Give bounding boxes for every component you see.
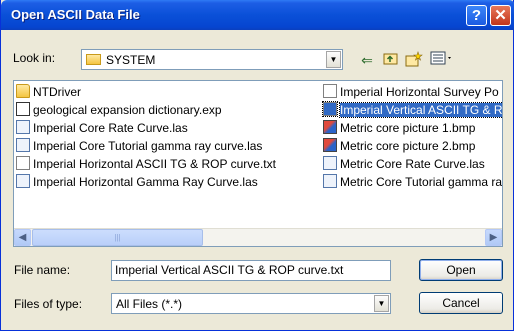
file-list-item[interactable]: Metric core picture 1.bmp (323, 119, 502, 137)
file-name-text: Imperial Horizontal Gamma Ray Curve.las (33, 175, 258, 189)
dialog-title: Open ASCII Data File (11, 7, 140, 22)
file-list-item[interactable]: Imperial Horizontal ASCII TG & ROP curve… (16, 155, 316, 173)
file-list-item[interactable]: NTDriver (16, 83, 316, 101)
look-in-dropdown[interactable]: SYSTEM ▼ (81, 49, 343, 70)
las-file-icon (323, 156, 337, 170)
file-name-text: Imperial Vertical ASCII TG & R (339, 102, 503, 118)
title-bar[interactable]: Open ASCII Data File ? ✕ (1, 0, 514, 30)
file-list-item[interactable]: Imperial Horizontal Survey Po (323, 83, 502, 101)
files-of-type-value: All Files (*.*) (116, 297, 183, 311)
file-list-item[interactable]: Metric Core Rate Curve.las (323, 155, 502, 173)
text-file-icon (322, 101, 338, 117)
close-button[interactable]: ✕ (490, 5, 511, 26)
las-file-icon (323, 174, 337, 188)
bitmap-file-icon (323, 138, 337, 152)
chevron-down-icon[interactable]: ▼ (326, 51, 341, 68)
file-list-item[interactable]: Imperial Core Tutorial gamma ray curve.l… (16, 137, 316, 155)
horizontal-scrollbar[interactable]: ◀ ||| ▶ (14, 228, 502, 246)
file-name-text: Imperial Core Tutorial gamma ray curve.l… (33, 139, 263, 153)
file-list-item[interactable]: Imperial Core Rate Curve.las (16, 119, 316, 137)
up-one-level-icon[interactable] (382, 51, 400, 69)
folder-icon (86, 54, 101, 65)
file-name-text: Metric core picture 2.bmp (340, 139, 476, 153)
help-button[interactable]: ? (466, 5, 487, 26)
file-list-column-2: Imperial Horizontal Survey Po Imperial Ve… (322, 83, 503, 191)
back-arrow-icon[interactable]: ⇐ (358, 51, 376, 69)
file-list-item[interactable]: Metric core picture 2.bmp (323, 137, 502, 155)
file-name-text: Imperial Horizontal ASCII TG & ROP curve… (33, 157, 276, 171)
file-list-column-1: NTDriver geological expansion dictionary.… (16, 83, 316, 191)
look-in-value: SYSTEM (106, 53, 156, 67)
las-file-icon (16, 174, 30, 188)
text-file-icon (323, 84, 337, 98)
files-of-type-dropdown[interactable]: All Files (*.*) ▼ (111, 293, 391, 314)
new-folder-icon[interactable] (405, 51, 423, 69)
open-file-dialog: Open ASCII Data File ? ✕ Look in: SYSTEM… (0, 0, 514, 331)
file-name-text: NTDriver (33, 85, 81, 99)
file-name-text: Metric core picture 1.bmp (340, 121, 476, 135)
file-list-item[interactable]: Imperial Horizontal Gamma Ray Curve.las (16, 173, 316, 191)
file-name-text: Metric Core Tutorial gamma ra (340, 175, 503, 189)
file-name-text: Metric Core Rate Curve.las (340, 157, 485, 171)
bitmap-file-icon (323, 120, 337, 134)
file-list-item[interactable]: Metric Core Tutorial gamma ra (323, 173, 503, 191)
scroll-thumb[interactable]: ||| (32, 229, 203, 246)
dictionary-file-icon (16, 102, 30, 116)
las-file-icon (16, 138, 30, 152)
file-name-input[interactable]: Imperial Vertical ASCII TG & ROP curve.t… (111, 260, 391, 281)
cancel-button[interactable]: Cancel (419, 292, 503, 314)
las-file-icon (16, 120, 30, 134)
view-menu-icon[interactable] (429, 51, 455, 69)
open-button[interactable]: Open (419, 259, 503, 281)
scroll-right-icon[interactable]: ▶ (485, 229, 502, 246)
folder-icon (16, 84, 30, 98)
file-name-label: File name: (14, 263, 71, 277)
file-list[interactable]: NTDriver geological expansion dictionary.… (13, 80, 503, 247)
file-list-item[interactable]: Imperial Vertical ASCII TG & R (322, 101, 503, 119)
close-icon: ✕ (494, 7, 507, 24)
file-name-text: Imperial Core Rate Curve.las (33, 121, 188, 135)
file-list-item[interactable]: geological expansion dictionary.exp (16, 101, 316, 119)
files-of-type-label: Files of type: (14, 297, 83, 311)
chevron-down-icon[interactable]: ▼ (374, 295, 389, 312)
file-name-text: geological expansion dictionary.exp (33, 103, 222, 117)
look-in-label: Look in: (13, 51, 56, 65)
file-name-text: Imperial Horizontal Survey Po (340, 85, 499, 99)
text-file-icon (16, 156, 30, 170)
question-mark-icon: ? (471, 7, 482, 24)
scroll-left-icon[interactable]: ◀ (14, 229, 31, 246)
